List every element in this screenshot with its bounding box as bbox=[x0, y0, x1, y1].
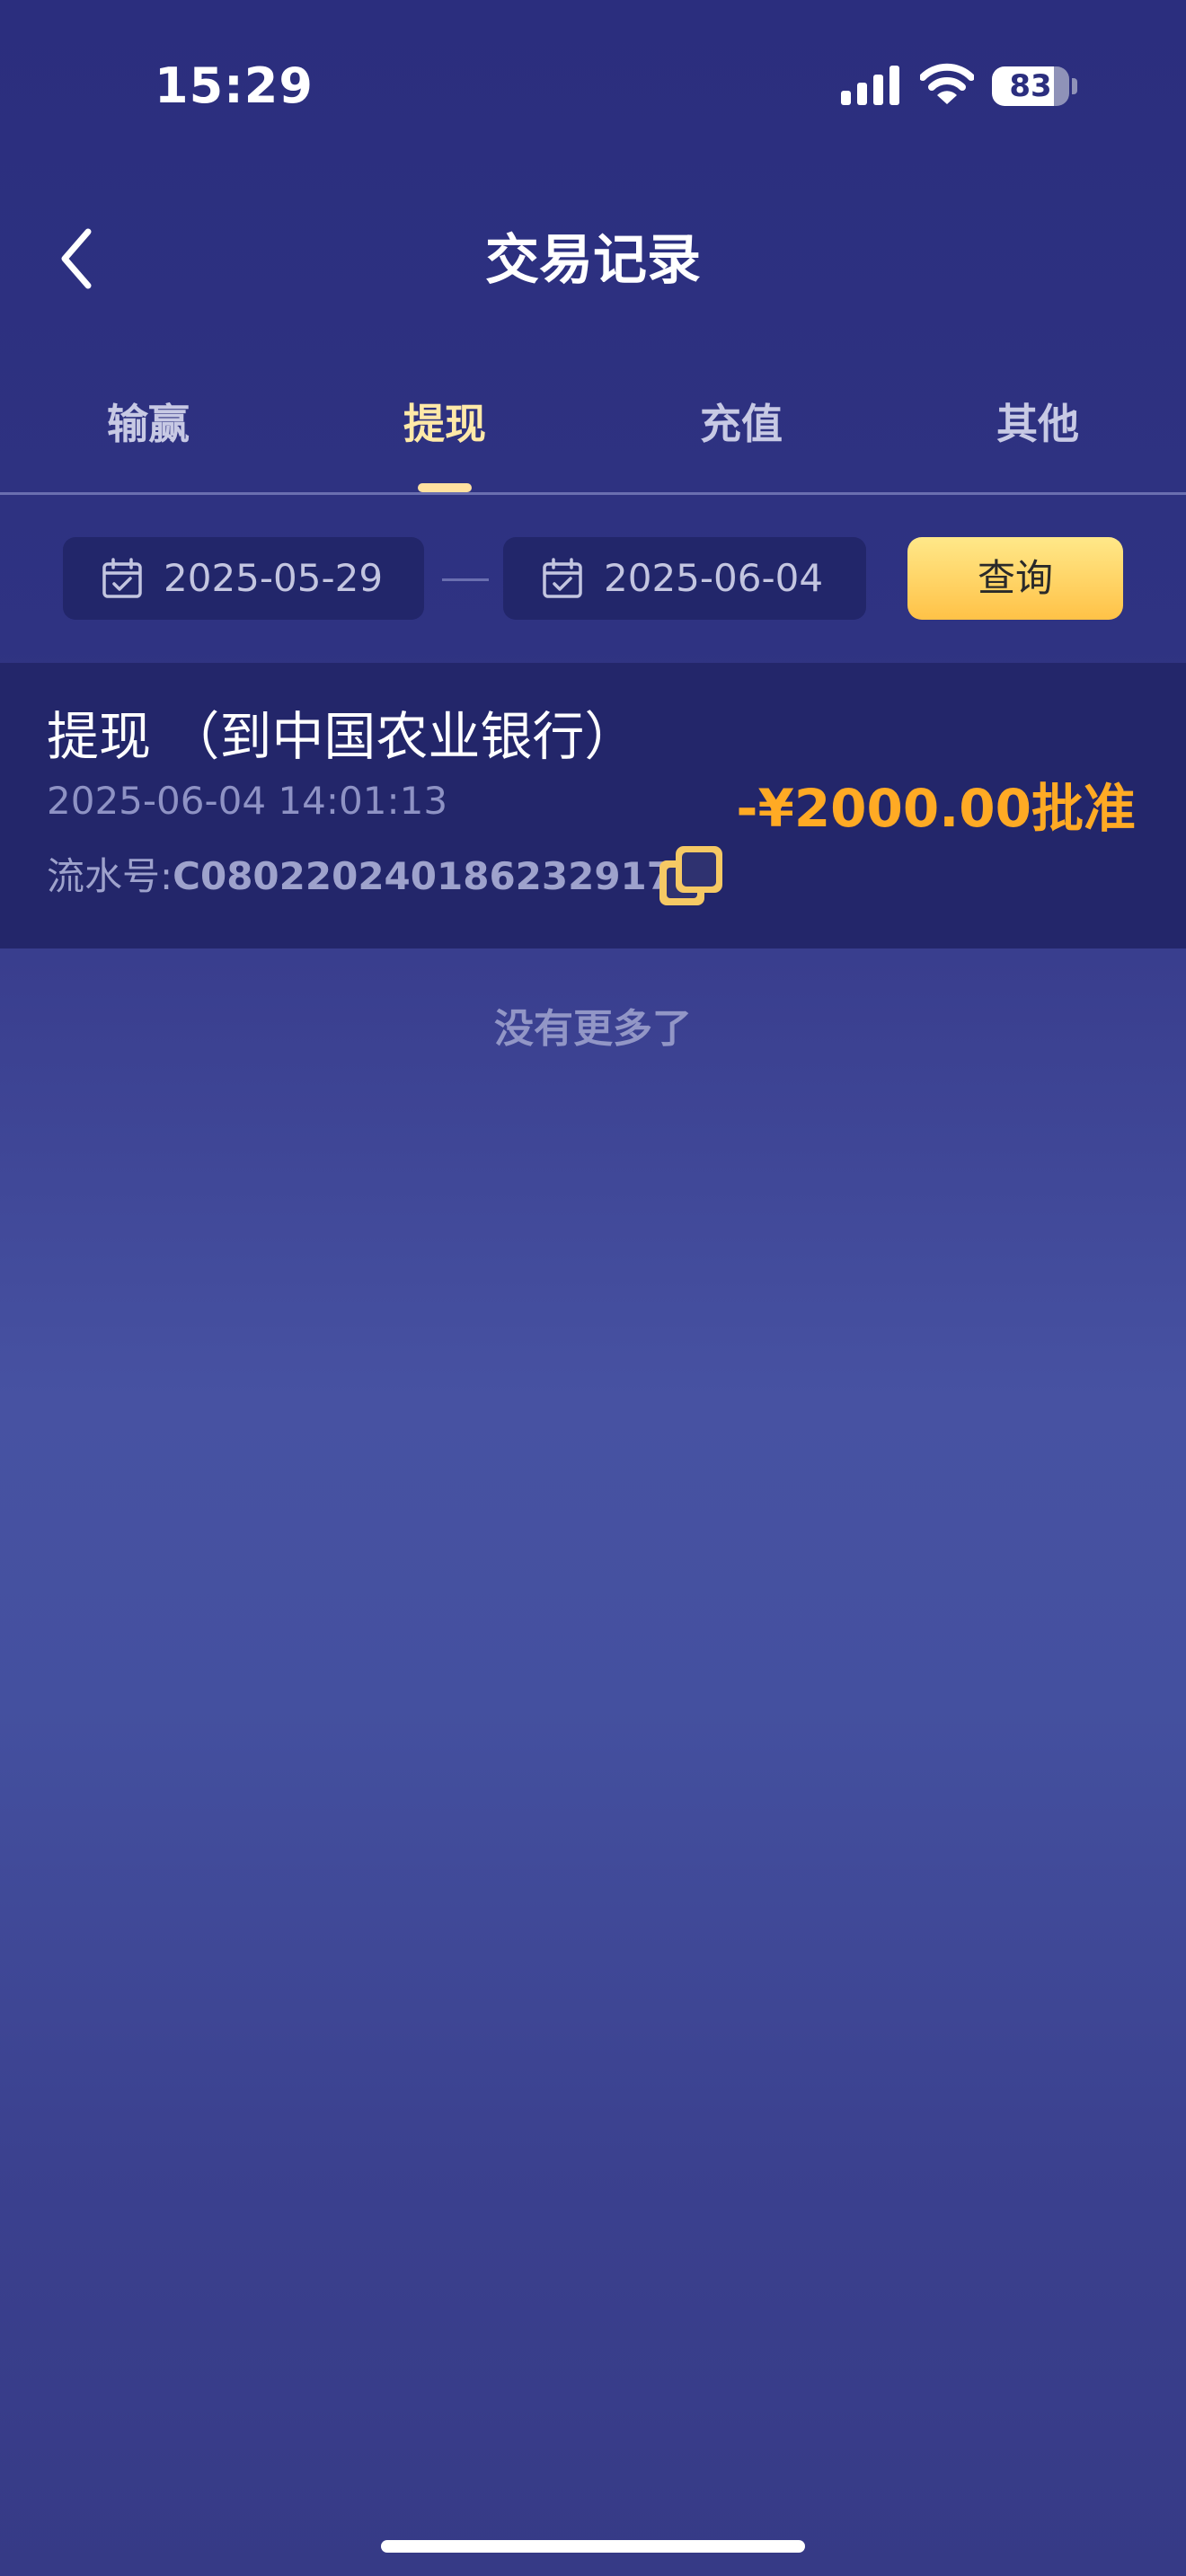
battery-tip bbox=[1072, 78, 1077, 94]
page-title: 交易记录 bbox=[485, 229, 701, 292]
tab-recharge[interactable]: 充值 bbox=[593, 388, 890, 460]
copy-icon[interactable] bbox=[658, 844, 726, 909]
record-time: 2025-06-04 14:01:13 bbox=[47, 779, 448, 823]
wifi-icon bbox=[920, 63, 974, 104]
tab-divider bbox=[0, 492, 1186, 495]
start-date-text: 2025-05-29 bbox=[164, 556, 384, 600]
serial-label: 流水号: bbox=[47, 854, 173, 898]
date-range-separator bbox=[442, 578, 489, 581]
no-more-text: 没有更多了 bbox=[494, 1006, 692, 1052]
end-date-picker[interactable]: 2025-06-04 bbox=[503, 537, 866, 620]
serial-number: C08022024018623291​7 bbox=[173, 854, 674, 898]
record-title: 提现 （到中国农业银行） bbox=[47, 706, 637, 767]
tab-withdraw[interactable]: 提现 bbox=[296, 388, 593, 460]
record-amount-status: -¥2000.00批准 bbox=[736, 778, 1136, 839]
home-indicator[interactable] bbox=[381, 2540, 805, 2553]
calendar-icon bbox=[543, 558, 582, 598]
status-time: 15:29 bbox=[155, 57, 314, 114]
tab-other[interactable]: 其他 bbox=[890, 388, 1186, 460]
back-button[interactable] bbox=[50, 223, 104, 295]
query-button[interactable]: 查询 bbox=[907, 537, 1123, 620]
calendar-icon bbox=[102, 558, 142, 598]
record-serial: 流水号:C08022024018623291​7 bbox=[47, 850, 673, 904]
start-date-picker[interactable]: 2025-05-29 bbox=[63, 537, 424, 620]
chevron-left-icon bbox=[61, 228, 92, 289]
end-date-text: 2025-06-04 bbox=[604, 556, 824, 600]
battery-icon: 83 bbox=[992, 66, 1069, 106]
tab-win-loss[interactable]: 输赢 bbox=[0, 388, 296, 460]
active-tab-indicator bbox=[418, 483, 472, 492]
signal-icon bbox=[841, 66, 899, 105]
